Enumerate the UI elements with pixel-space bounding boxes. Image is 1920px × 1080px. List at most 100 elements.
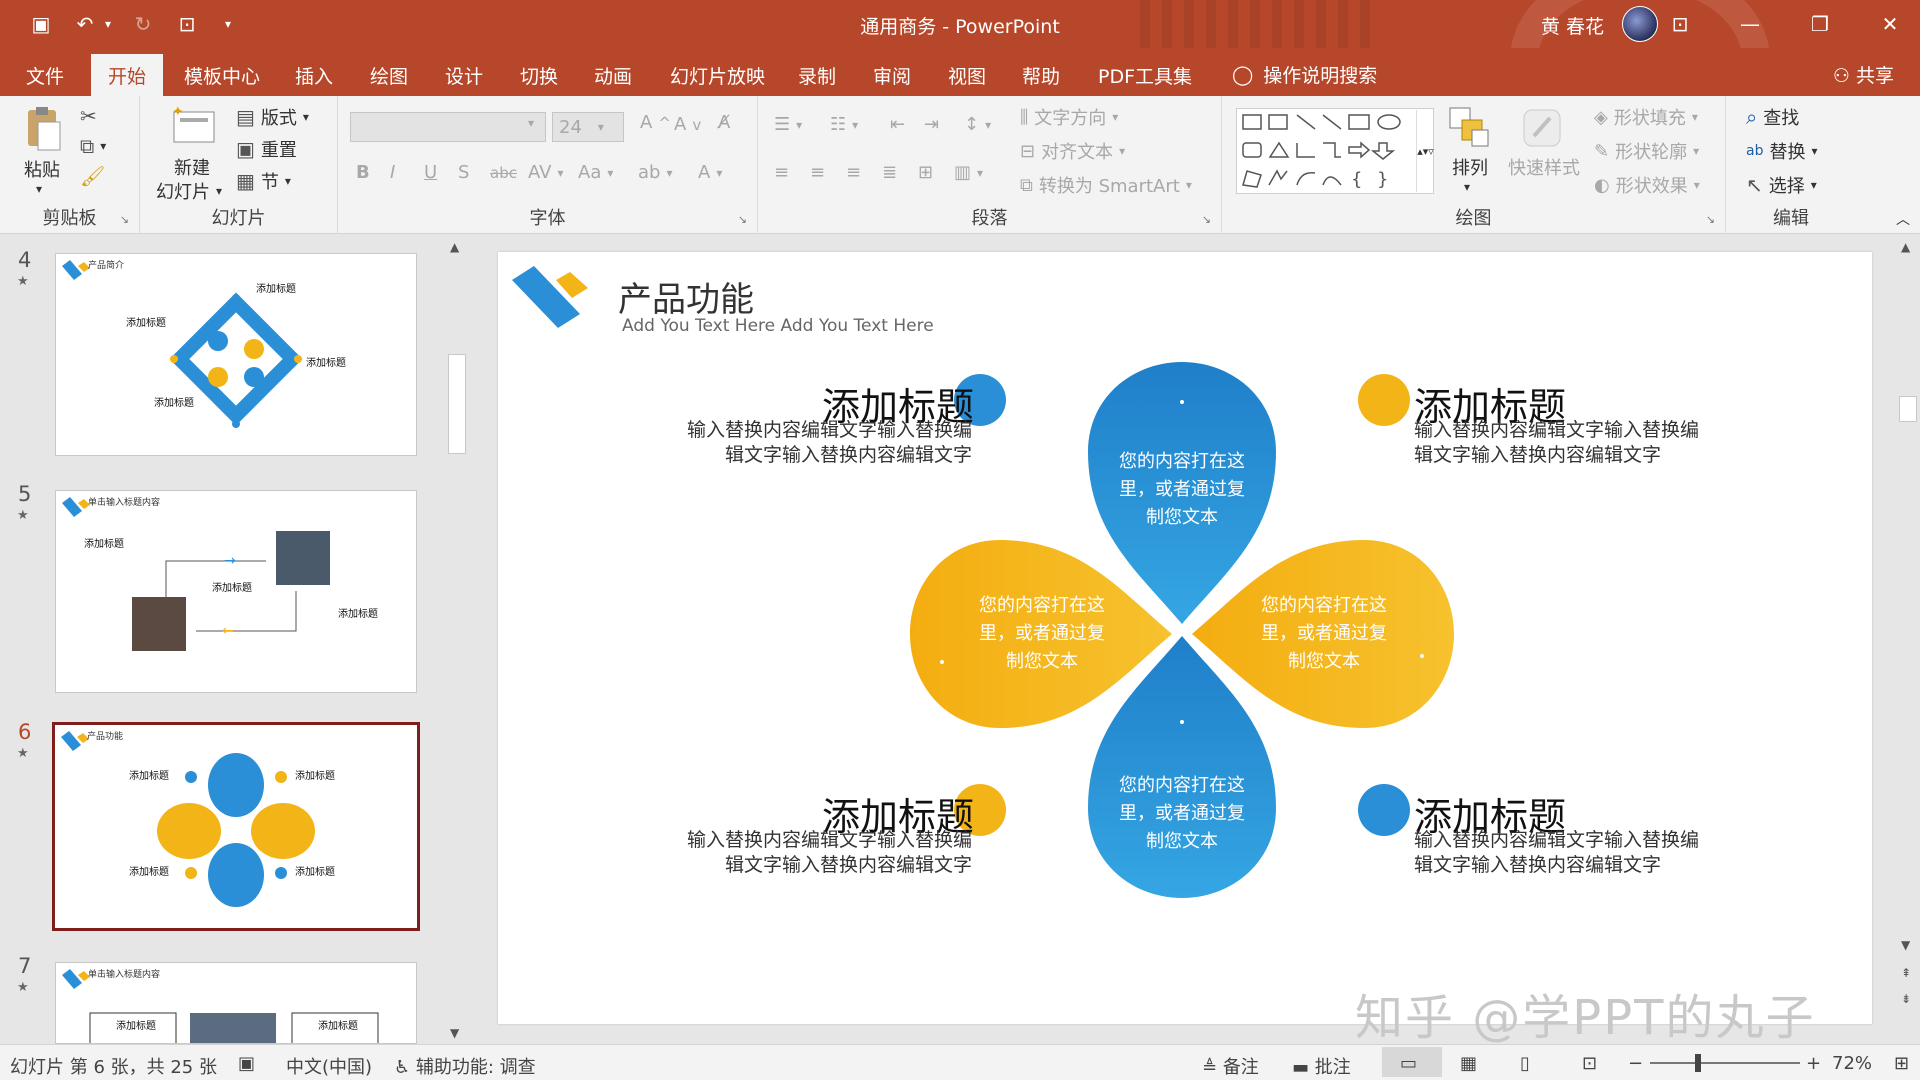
section-button[interactable]: ▦ 节 ▾ <box>236 168 291 194</box>
tab-draw[interactable]: 绘图 <box>370 62 408 89</box>
text-direction-button[interactable]: ⫼ 文字方向 ▾ <box>1020 104 1118 130</box>
font-color-icon[interactable]: A ▾ <box>698 162 722 183</box>
font-name-dropdown-icon[interactable]: ▾ <box>528 116 534 130</box>
replace-button[interactable]: ab 替换 ▾ <box>1746 138 1818 164</box>
slide-thumbnail-5[interactable]: 单击输入标题内容 添加标题 添加标题 添加标题 → ← <box>55 490 417 693</box>
previous-slide-icon[interactable]: ⇞ <box>1901 966 1911 980</box>
increase-indent-icon[interactable]: ⇥ <box>924 114 939 135</box>
paragraph-launcher-icon[interactable]: ↘ <box>1202 213 1211 226</box>
find-button[interactable]: ⌕ 查找 <box>1746 104 1799 130</box>
arrange-icon[interactable] <box>1448 106 1490 150</box>
slide-title[interactable]: 产品功能 <box>618 272 754 321</box>
numbering-icon[interactable]: ☷ ▾ <box>830 114 858 135</box>
shape-effects-button[interactable]: ◐ 形状效果 ▾ <box>1594 172 1700 198</box>
petal-text-right[interactable]: 您的内容打在这里，或者通过复制您文本 <box>1254 592 1394 676</box>
zoom-slider[interactable] <box>1650 1062 1800 1064</box>
highlight-icon[interactable]: ab ▾ <box>638 162 673 183</box>
tab-file[interactable]: 文件 <box>26 62 64 89</box>
item-text-top-right[interactable]: 输入替换内容编辑文字输入替换编辑文字输入替换内容编辑文字 <box>1414 418 1714 468</box>
reset-button[interactable]: ▣ 重置 <box>236 136 297 162</box>
slide-sorter-icon[interactable]: ▦ <box>1460 1053 1477 1074</box>
slide-thumbnail-6[interactable]: 产品功能 添加标题 添加标题 添加标题 添加标题 <box>52 722 420 931</box>
paste-icon[interactable] <box>22 106 64 151</box>
notes-button[interactable]: ≜ 备注 <box>1202 1053 1259 1079</box>
tab-slideshow[interactable]: 幻灯片放映 <box>670 62 765 89</box>
thumbnail-scrollbar[interactable]: ▲ ▼ <box>446 236 468 1044</box>
fit-to-window-icon[interactable]: ⊞ <box>1894 1053 1909 1074</box>
shapes-gallery[interactable]: {} <box>1236 108 1434 194</box>
paste-dropdown-icon[interactable]: ▾ <box>36 182 42 196</box>
italic-icon[interactable]: I <box>390 162 395 183</box>
tab-review[interactable]: 审阅 <box>873 62 911 89</box>
smartart-button[interactable]: ⧉ 转换为 SmartArt ▾ <box>1020 172 1192 198</box>
scroll-down-icon[interactable]: ▼ <box>450 1026 459 1040</box>
change-case-icon[interactable]: Aa ▾ <box>578 162 613 183</box>
reading-view-icon[interactable]: ▯ <box>1520 1053 1530 1074</box>
clear-formatting-icon[interactable]: A̸ <box>718 112 730 133</box>
font-name-box[interactable] <box>350 112 546 142</box>
spell-check-icon[interactable]: ▣ <box>238 1053 255 1074</box>
distributed-icon[interactable]: ⊞ <box>918 162 933 183</box>
tab-transitions[interactable]: 切换 <box>520 62 558 89</box>
language-indicator[interactable]: 中文(中国) <box>286 1053 372 1079</box>
tab-design[interactable]: 设计 <box>445 62 483 89</box>
line-spacing-icon[interactable]: ↕ ▾ <box>964 114 991 135</box>
arrange-label[interactable]: 排列 <box>1452 154 1488 180</box>
collapse-ribbon-icon[interactable]: ︿ <box>1896 209 1910 229</box>
strikethrough-icon[interactable]: abc <box>490 164 517 182</box>
tab-animations[interactable]: 动画 <box>594 62 632 89</box>
slide-subtitle[interactable]: Add You Text Here Add You Text Here <box>622 316 934 336</box>
restore-icon[interactable]: ❐ <box>1790 0 1850 48</box>
increase-font-icon[interactable]: A ^ <box>640 112 671 133</box>
justify-icon[interactable]: ≣ <box>882 162 897 183</box>
zoom-level[interactable]: 72% <box>1832 1053 1872 1074</box>
copy-icon[interactable]: ⧉ ▾ <box>80 136 106 156</box>
underline-icon[interactable]: U <box>424 162 437 183</box>
slide-counter[interactable]: 幻灯片 第 6 张，共 25 张 <box>10 1053 217 1079</box>
align-left-icon[interactable]: ≡ <box>774 162 789 183</box>
ribbon-display-icon[interactable]: ⊡ <box>1650 0 1710 48</box>
new-slide-icon[interactable]: ✦ <box>170 104 215 148</box>
shape-outline-button[interactable]: ✎ 形状轮廓 ▾ <box>1594 138 1699 164</box>
tab-view[interactable]: 视图 <box>948 62 986 89</box>
item-text-top-left[interactable]: 输入替换内容编辑文字输入替换编辑文字输入替换内容编辑文字 <box>672 418 972 468</box>
new-slide-label-2[interactable]: 幻灯片 ▾ <box>156 178 222 204</box>
petal-text-left[interactable]: 您的内容打在这里，或者通过复制您文本 <box>972 592 1112 676</box>
shape-fill-button[interactable]: ◈ 形状填充 ▾ <box>1594 104 1698 130</box>
comments-button[interactable]: ▬ 批注 <box>1292 1053 1351 1079</box>
align-center-icon[interactable]: ≡ <box>810 162 825 183</box>
columns-icon[interactable]: ▥ ▾ <box>954 162 983 183</box>
tell-me-search[interactable]: ◯ 操作说明搜索 <box>1232 61 1377 88</box>
decrease-font-icon[interactable]: Av <box>674 114 701 135</box>
petal-text-top[interactable]: 您的内容打在这里，或者通过复制您文本 <box>1112 448 1252 532</box>
character-spacing-icon[interactable]: AV ▾ <box>528 162 564 183</box>
next-slide-icon[interactable]: ⇟ <box>1901 992 1911 1006</box>
drawing-launcher-icon[interactable]: ↘ <box>1706 213 1715 226</box>
zoom-slider-thumb[interactable] <box>1695 1054 1701 1072</box>
petal-text-bottom[interactable]: 您的内容打在这里，或者通过复制您文本 <box>1112 772 1252 856</box>
shadow-icon[interactable]: S <box>458 162 469 183</box>
layout-button[interactable]: ▤ 版式 ▾ <box>236 104 309 130</box>
slide-canvas[interactable]: 产品功能 Add You Text Here Add You Text Here… <box>498 252 1872 1024</box>
slideshow-icon[interactable]: ⊡ <box>1582 1053 1597 1074</box>
align-right-icon[interactable]: ≡ <box>846 162 861 183</box>
bold-icon[interactable]: B <box>356 162 370 183</box>
shapes-gallery-scroll[interactable]: ▴▾▿ <box>1416 110 1434 192</box>
font-size-box[interactable]: 24 ▾ <box>552 112 624 142</box>
user-name[interactable]: 黄 春花 <box>1541 12 1604 39</box>
share-button[interactable]: ⚇ 共享 <box>1833 61 1894 88</box>
slide-thumbnail-7[interactable]: 单击输入标题内容 添加标题 添加标题 <box>55 962 417 1044</box>
cut-icon[interactable]: ✂ <box>80 106 97 126</box>
slide-thumbnail-4[interactable]: 产品简介 添加标题 添加标题 添加标题 添加标题 <box>55 253 417 456</box>
scroll-up-icon[interactable]: ▲ <box>1901 240 1910 254</box>
tab-home[interactable]: 开始 <box>91 54 164 96</box>
tab-help[interactable]: 帮助 <box>1022 62 1060 89</box>
slide-scrollbar[interactable]: ▲ ▼ ⇞ ⇟ <box>1896 236 1920 1044</box>
arrange-dropdown-icon[interactable]: ▾ <box>1464 180 1470 194</box>
scroll-down-icon[interactable]: ▼ <box>1901 938 1910 952</box>
scroll-up-icon[interactable]: ▲ <box>450 240 459 254</box>
font-launcher-icon[interactable]: ↘ <box>738 213 747 226</box>
decrease-indent-icon[interactable]: ⇤ <box>890 114 905 135</box>
new-slide-label-1[interactable]: 新建 <box>174 154 210 180</box>
quick-styles-icon[interactable] <box>1520 106 1562 150</box>
